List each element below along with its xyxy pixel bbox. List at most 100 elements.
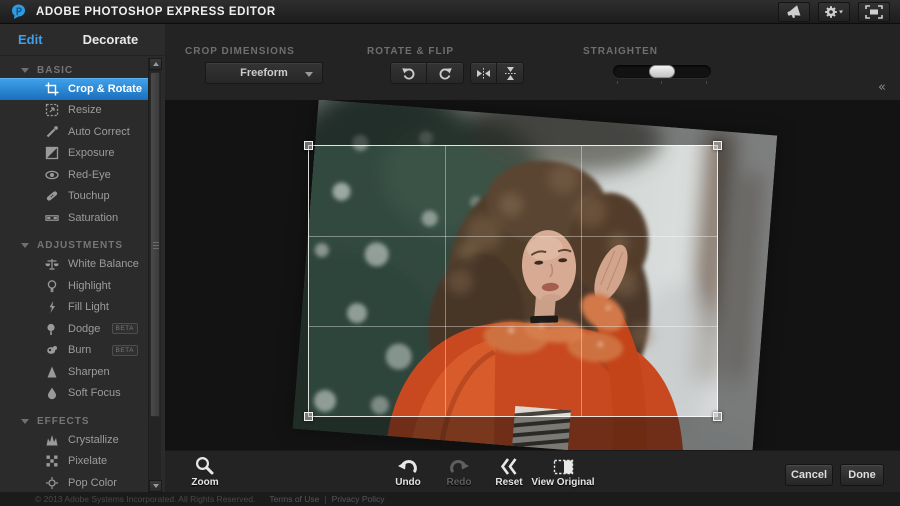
undo-tool[interactable]: Undo — [380, 455, 436, 488]
sidebar-item-highlight[interactable]: Highlight — [0, 275, 148, 297]
grid-line — [581, 146, 582, 416]
sidebar-item-fill-light[interactable]: Fill Light — [0, 297, 148, 319]
sidebar-item-label: Crystallize — [68, 434, 119, 446]
straighten-slider-thumb[interactable] — [649, 65, 675, 78]
crop-dimensions-dropdown[interactable]: Freeform — [205, 62, 323, 84]
dodge-icon — [44, 321, 59, 336]
straighten-label: STRAIGHTEN — [583, 46, 658, 57]
section-collapse-icon — [21, 243, 29, 248]
redo-label: Redo — [431, 477, 487, 488]
sidebar-item-sharpen[interactable]: Sharpen — [0, 361, 148, 383]
scroll-down-button[interactable] — [149, 480, 162, 492]
section-effects[interactable]: EFFECTS — [0, 413, 148, 429]
view-original-tool[interactable]: View Original — [525, 455, 601, 488]
sidebar-item-label: Exposure — [68, 147, 114, 159]
straighten-slider[interactable] — [613, 65, 711, 78]
redo-icon — [448, 456, 470, 476]
bottom-toolbar: Zoom Undo Redo Reset View Original Cance… — [165, 450, 900, 492]
grid-line — [309, 236, 717, 237]
flip-horizontal-icon — [476, 67, 491, 80]
sidebar-item-resize[interactable]: Resize — [0, 100, 148, 122]
zoom-label: Zoom — [177, 477, 233, 488]
zoom-tool[interactable]: Zoom — [177, 455, 233, 488]
rotate-left-icon — [401, 65, 417, 81]
sidebar-item-exposure[interactable]: Exposure — [0, 143, 148, 165]
crop-dimensions-label: CROP DIMENSIONS — [185, 46, 295, 57]
sidebar-item-soft-focus[interactable]: Soft Focus — [0, 383, 148, 405]
view-original-icon — [553, 458, 574, 476]
sidebar-item-saturation[interactable]: Saturation — [0, 207, 148, 229]
crop-region[interactable] — [308, 145, 718, 417]
saturation-icon — [44, 210, 59, 225]
sidebar-item-touchup[interactable]: Touchup — [0, 186, 148, 208]
fullscreen-icon — [865, 5, 883, 19]
sidebar-item-label: Red-Eye — [68, 169, 111, 181]
rotate-left-button[interactable] — [390, 62, 427, 84]
editing-canvas[interactable] — [165, 100, 900, 450]
sidebar-item-auto-correct[interactable]: Auto Correct — [0, 121, 148, 143]
crop-handle-bottom-right[interactable] — [713, 412, 722, 421]
sharpen-icon — [44, 364, 59, 379]
announcements-button[interactable] — [778, 2, 810, 22]
scroll-up-button[interactable] — [149, 58, 162, 70]
sidebar-item-label: Dodge — [68, 323, 100, 335]
section-basic[interactable]: BASIC — [0, 62, 148, 78]
view-original-label: View Original — [525, 477, 601, 488]
settings-button[interactable] — [818, 2, 850, 22]
sidebar-item-label: Highlight — [68, 280, 111, 292]
exposure-icon — [44, 146, 59, 161]
down-arrow-icon — [153, 484, 159, 488]
sidebar-item-white-balance[interactable]: White Balance — [0, 254, 148, 276]
crystal-icon — [44, 432, 59, 447]
up-arrow-icon — [153, 62, 159, 66]
privacy-policy-link[interactable]: Privacy Policy — [332, 494, 385, 504]
terms-of-use-link[interactable]: Terms of Use — [269, 494, 319, 504]
sidebar-item-dodge[interactable]: Dodge BETA — [0, 318, 148, 340]
crop-handle-top-right[interactable] — [713, 141, 722, 150]
gear-icon — [824, 5, 844, 19]
scrollbar-thumb[interactable] — [150, 72, 160, 417]
undo-icon — [397, 456, 419, 476]
sidebar-item-pixelate[interactable]: Pixelate — [0, 451, 148, 473]
mode-tabs: Edit Decorate — [0, 24, 165, 56]
title-bar: ADOBE PHOTOSHOP EXPRESS EDITOR — [0, 0, 900, 24]
fullscreen-button[interactable] — [858, 2, 890, 22]
sidebar-item-crystallize[interactable]: Crystallize — [0, 429, 148, 451]
sidebar-item-crop-rotate[interactable]: Crop & Rotate — [0, 78, 148, 100]
bandage-icon — [44, 189, 59, 204]
beta-badge: BETA — [112, 323, 139, 334]
droplet-icon — [44, 386, 59, 401]
grid-line — [309, 326, 717, 327]
collapse-panel-icon[interactable]: « — [878, 80, 886, 95]
sidebar-item-label: Soft Focus — [68, 387, 121, 399]
section-adjustments[interactable]: ADJUSTMENTS — [0, 238, 148, 254]
rotate-right-button[interactable] — [427, 62, 464, 84]
reset-icon — [499, 457, 519, 476]
sidebar-item-label: Saturation — [68, 212, 118, 224]
sidebar-item-burn[interactable]: Burn BETA — [0, 340, 148, 362]
done-button[interactable]: Done — [840, 464, 884, 486]
tools-list: BASIC Crop & Rotate Resize Auto Correct … — [0, 56, 148, 492]
sidebar-item-pop-color[interactable]: Pop Color — [0, 472, 148, 492]
flip-buttons — [470, 62, 524, 84]
sidebar-item-red-eye[interactable]: Red-Eye — [0, 164, 148, 186]
rotate-right-icon — [437, 65, 453, 81]
redo-tool[interactable]: Redo — [431, 455, 487, 488]
sidebar-item-label: Resize — [68, 104, 102, 116]
tab-edit[interactable]: Edit — [18, 32, 43, 47]
sidebar-item-label: Touchup — [68, 190, 110, 202]
sidebar-scrollbar[interactable] — [148, 58, 161, 492]
sidebar-item-label: White Balance — [68, 258, 139, 270]
flip-vertical-button[interactable] — [497, 62, 524, 84]
sidebar-item-label: Fill Light — [68, 301, 109, 313]
flip-horizontal-button[interactable] — [470, 62, 497, 84]
cancel-button[interactable]: Cancel — [785, 464, 833, 486]
scales-icon — [44, 257, 59, 272]
thumb-grip-icon — [153, 245, 159, 246]
section-label: EFFECTS — [37, 416, 90, 427]
undo-label: Undo — [380, 477, 436, 488]
crop-handle-bottom-left[interactable] — [304, 412, 313, 421]
section-label: ADJUSTMENTS — [37, 240, 123, 251]
crop-handle-top-left[interactable] — [304, 141, 313, 150]
tab-decorate[interactable]: Decorate — [83, 32, 139, 47]
